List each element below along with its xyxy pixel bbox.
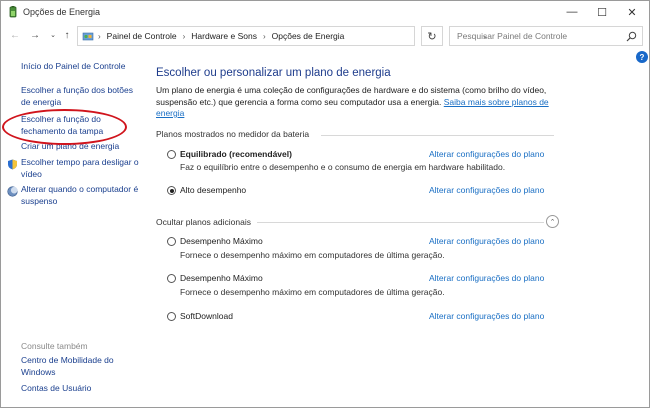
search-icon — [626, 31, 637, 42]
sidebar-item-control-panel-home[interactable]: Início do Painel de Controle — [21, 61, 139, 73]
page-title: Escolher ou personalizar um plano de ene… — [156, 67, 391, 79]
plan-radio-max-performance-1[interactable] — [167, 237, 176, 246]
address-toolbar: ← → ⌄ ↑ › Painel de Controle › Hardware … — [1, 23, 649, 49]
minimize-icon: — — [566, 6, 578, 18]
search-box[interactable] — [449, 26, 643, 46]
chevron-down-icon: ⌄ — [50, 32, 56, 39]
see-also-heading: Consulte também — [21, 341, 88, 351]
refresh-button[interactable]: ↻ — [421, 26, 443, 46]
plan-name-balanced[interactable]: Equilibrado (recomendável) — [180, 149, 292, 159]
hidden-plans-heading: Ocultar planos adicionais — [156, 217, 251, 227]
minimize-button[interactable]: — — [557, 1, 587, 23]
sidebar-item-lid-close[interactable]: Escolher a função do fechamento da tampa — [21, 114, 139, 137]
close-icon: ✕ — [627, 6, 637, 19]
change-plan-link-high-performance[interactable]: Alterar configurações do plano — [429, 185, 544, 195]
plan-name-max-performance-2[interactable]: Desempenho Máximo — [180, 273, 263, 283]
sidebar-item-create-plan[interactable]: Criar um plano de energia — [21, 141, 139, 153]
maximize-icon: ☐ — [597, 6, 607, 19]
section-divider — [321, 135, 554, 136]
arrow-up-icon: ↑ — [64, 29, 70, 41]
change-plan-link-balanced[interactable]: Alterar configurações do plano — [429, 149, 544, 159]
main-content: Escolher ou personalizar um plano de ene… — [141, 49, 649, 407]
breadcrumb-item-power-options[interactable]: Opções de Energia — [272, 31, 345, 41]
power-options-icon — [9, 6, 17, 18]
arrow-left-icon: ← — [10, 29, 20, 41]
title-bar: Opções de Energia — ☐ ✕ — [1, 1, 649, 23]
shield-icon — [8, 159, 17, 170]
up-button[interactable]: ↑ — [59, 27, 75, 43]
plan-desc-max-performance-2: Fornece o desempenho máximo em computado… — [180, 287, 445, 297]
sidebar-item-sleep[interactable]: Alterar quando o computador é suspenso — [21, 184, 139, 207]
plan-desc-balanced: Faz o equilíbrio entre o desempenho e o … — [180, 162, 506, 172]
sidebar-item-display-off[interactable]: Escolher tempo para desligar o vídeo — [21, 157, 139, 180]
control-panel-icon — [82, 32, 94, 41]
plan-radio-balanced[interactable] — [167, 150, 176, 159]
change-plan-link-softdownload[interactable]: Alterar configurações do plano — [429, 311, 544, 321]
breadcrumb-separator: › — [98, 31, 101, 41]
change-plan-link-max-performance-2[interactable]: Alterar configurações do plano — [429, 273, 544, 283]
left-nav-pane: Início do Painel de Controle Escolher a … — [1, 49, 141, 407]
plan-name-high-performance[interactable]: Alto desempenho — [180, 185, 246, 195]
forward-button[interactable]: → — [27, 27, 43, 43]
plan-name-softdownload[interactable]: SoftDownload — [180, 311, 233, 321]
plan-radio-softdownload[interactable] — [167, 312, 176, 321]
sidebar-item-power-buttons[interactable]: Escolher a função dos botões de energia — [21, 85, 139, 108]
power-options-window: Opções de Energia — ☐ ✕ ← → ⌄ ↑ › Painel… — [0, 0, 650, 408]
arrow-right-icon: → — [30, 29, 40, 41]
chevron-up-icon: ⌃ — [549, 218, 556, 226]
section-divider — [257, 222, 544, 223]
plan-name-max-performance-1[interactable]: Desempenho Máximo — [180, 236, 263, 246]
address-bar[interactable]: › Painel de Controle › Hardware e Sons ›… — [77, 26, 488, 46]
page-description: Um plano de energia é uma coleção de con… — [156, 85, 556, 120]
plan-radio-high-performance[interactable] — [167, 186, 176, 195]
breadcrumb-item-hardware-sound[interactable]: Hardware e Sons — [191, 31, 257, 41]
change-plan-link-max-performance-1[interactable]: Alterar configurações do plano — [429, 236, 544, 246]
sidebar-item-mobility-center[interactable]: Centro de Mobilidade do Windows — [21, 355, 139, 378]
battery-plans-heading: Planos mostrados no medidor da bateria — [156, 129, 310, 139]
breadcrumb-separator: › — [262, 31, 266, 41]
close-button[interactable]: ✕ — [617, 1, 647, 23]
refresh-icon: ↻ — [427, 30, 437, 43]
moon-icon — [7, 186, 18, 197]
maximize-button[interactable]: ☐ — [587, 1, 617, 23]
plan-radio-max-performance-2[interactable] — [167, 274, 176, 283]
breadcrumb-item-control-panel[interactable]: Painel de Controle — [107, 31, 177, 41]
sidebar-item-user-accounts[interactable]: Contas de Usuário — [21, 383, 139, 395]
plan-desc-max-performance-1: Fornece o desempenho máximo em computado… — [180, 250, 445, 260]
collapse-button[interactable]: ⌃ — [546, 215, 559, 228]
search-input[interactable] — [457, 31, 625, 41]
window-title: Opções de Energia — [23, 7, 101, 17]
back-button[interactable]: ← — [7, 27, 23, 43]
breadcrumb-separator: › — [182, 31, 186, 41]
